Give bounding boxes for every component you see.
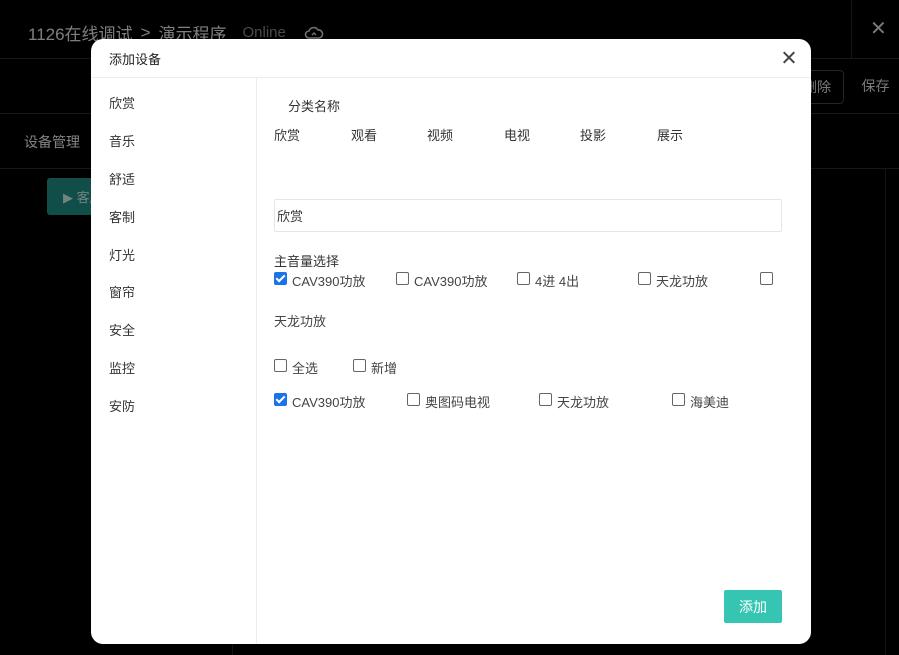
checkbox-label: 天龙功放 xyxy=(557,395,610,410)
sidebar-item[interactable]: 安全 xyxy=(109,320,135,339)
sidebar-item[interactable]: 欣赏 xyxy=(109,93,135,112)
volume-checkbox[interactable] xyxy=(760,272,778,285)
checkbox-icon[interactable] xyxy=(760,272,773,285)
add-device-dialog: 添加设备 欣赏 音乐 舒适 客制 灯光 窗帘 安全 监控 安防 分类名称 欣赏 … xyxy=(91,39,811,644)
dialog-content: 分类名称 欣赏 观看 视频 电视 投影 展示 主音量选择 CAV390功放 CA… xyxy=(257,78,811,644)
checkbox-icon[interactable] xyxy=(672,393,685,406)
add-button[interactable]: 添加 xyxy=(724,590,782,623)
category-name-input[interactable] xyxy=(274,199,782,232)
checkbox-label: 新增 xyxy=(371,361,398,376)
select-all-checkbox[interactable]: 全选 xyxy=(274,359,319,377)
device-checkbox[interactable]: 天龙功放 xyxy=(539,393,610,411)
sidebar-item[interactable]: 客制 xyxy=(109,207,135,226)
checkbox-label: 天龙功放 xyxy=(656,274,709,289)
checkbox-label: 4进 4出 xyxy=(535,274,580,289)
checkbox-label: 天龙功放 xyxy=(274,314,327,329)
checkbox-icon[interactable] xyxy=(396,272,409,285)
dialog-title: 添加设备 xyxy=(109,52,162,67)
checkbox-icon[interactable] xyxy=(407,393,420,406)
category-sidebar: 欣赏 音乐 舒适 客制 灯光 窗帘 安全 监控 安防 xyxy=(91,78,257,644)
sidebar-item[interactable]: 舒适 xyxy=(109,169,135,188)
sidebar-item[interactable]: 安防 xyxy=(109,396,135,415)
category-option[interactable]: 投影 xyxy=(580,125,606,144)
category-option[interactable]: 观看 xyxy=(351,125,377,144)
checkbox-label: CAV390功放 xyxy=(292,395,366,410)
category-option[interactable]: 电视 xyxy=(504,125,530,144)
checkbox-icon[interactable] xyxy=(353,359,366,372)
category-option[interactable]: 视频 xyxy=(427,125,453,144)
category-option[interactable]: 展示 xyxy=(657,125,683,144)
volume-checkbox[interactable]: 天龙功放 xyxy=(638,272,709,290)
main-volume-title: 主音量选择 xyxy=(274,254,340,269)
category-name-title: 分类名称 xyxy=(288,99,341,114)
checkbox-icon[interactable] xyxy=(274,393,287,406)
volume-checkbox[interactable]: CAV390功放 xyxy=(274,272,366,290)
device-checkbox[interactable]: 奥图码电视 xyxy=(407,393,491,411)
volume-checkbox[interactable]: CAV390功放 xyxy=(396,272,488,290)
checkbox-label: CAV390功放 xyxy=(414,274,488,289)
close-icon[interactable] xyxy=(781,50,797,66)
checkbox-icon[interactable] xyxy=(539,393,552,406)
checkbox-icon[interactable] xyxy=(638,272,651,285)
sidebar-item[interactable]: 灯光 xyxy=(109,245,135,264)
checkbox-icon[interactable] xyxy=(517,272,530,285)
device-checkbox[interactable]: CAV390功放 xyxy=(274,393,366,411)
sidebar-item[interactable]: 音乐 xyxy=(109,131,135,150)
volume-checkbox[interactable]: 4进 4出 xyxy=(517,272,580,290)
new-checkbox[interactable]: 新增 xyxy=(353,359,398,377)
checkbox-label: 奥图码电视 xyxy=(425,395,491,410)
category-option[interactable]: 欣赏 xyxy=(274,125,300,144)
dialog-header: 添加设备 xyxy=(91,39,811,78)
sidebar-item[interactable]: 监控 xyxy=(109,358,135,377)
checkbox-icon[interactable] xyxy=(274,272,287,285)
checkbox-label: CAV390功放 xyxy=(292,274,366,289)
checkbox-icon[interactable] xyxy=(274,359,287,372)
checkbox-label: 海美迪 xyxy=(690,395,730,410)
sidebar-item[interactable]: 窗帘 xyxy=(109,282,135,301)
device-checkbox[interactable]: 海美迪 xyxy=(672,393,730,411)
checkbox-label: 全选 xyxy=(292,361,319,376)
